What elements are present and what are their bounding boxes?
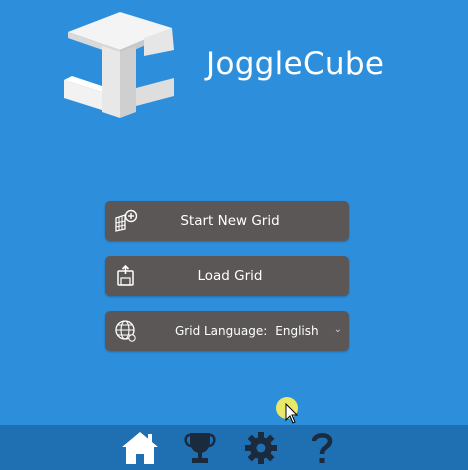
grid-language-label: Grid Language: [175, 324, 268, 338]
trophy-icon[interactable] [183, 431, 217, 465]
gear-icon[interactable] [243, 431, 279, 465]
app-title: JoggleCube [206, 46, 385, 82]
load-grid-button[interactable]: Load Grid [105, 256, 349, 296]
jogglecube-logo [64, 12, 174, 118]
grid-language-row: Grid Language: English [175, 311, 319, 351]
globe-icon [115, 320, 136, 342]
bottom-nav-bar [0, 425, 468, 470]
start-new-grid-button[interactable]: Start New Grid [105, 201, 349, 241]
start-new-grid-label: Start New Grid [180, 213, 280, 229]
load-grid-label: Load Grid [197, 268, 263, 284]
grid-language-value: English [275, 324, 319, 338]
help-icon[interactable] [310, 431, 334, 465]
home-icon[interactable] [121, 431, 159, 465]
grid-language-select[interactable]: Grid Language: English ⌄ [105, 311, 349, 351]
mouse-cursor [276, 397, 299, 424]
chevron-down-icon: ⌄ [333, 324, 342, 335]
